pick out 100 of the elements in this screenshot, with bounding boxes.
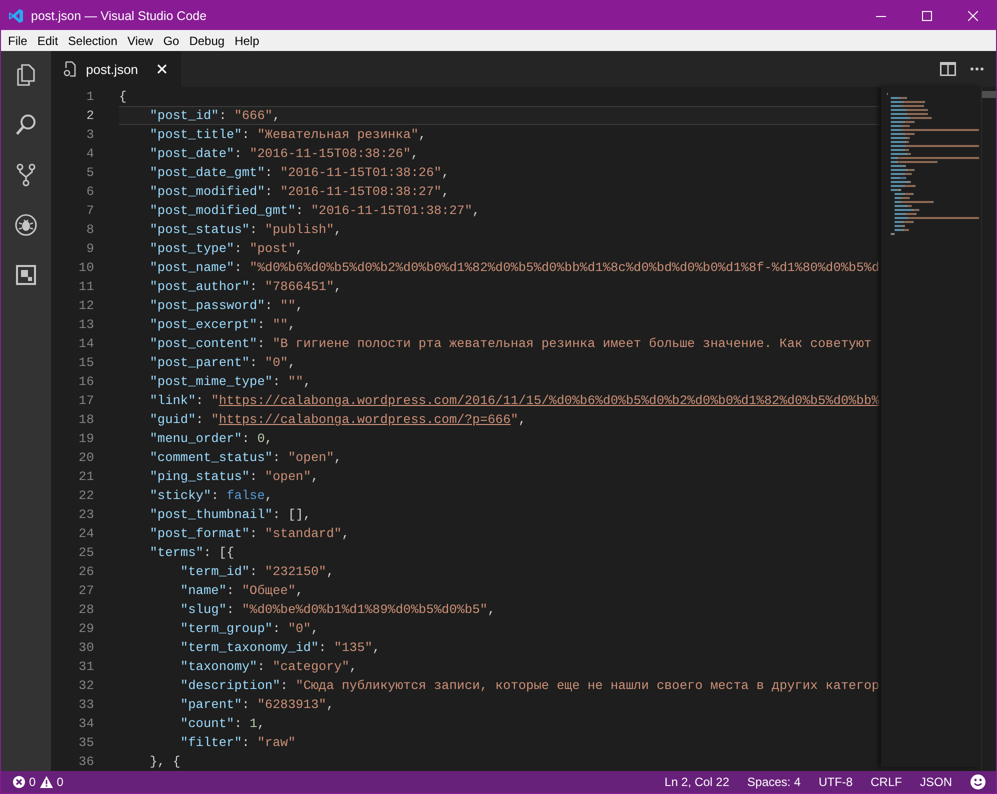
menu-item[interactable]: File [3,30,32,51]
branch-icon[interactable] [14,163,38,187]
code-line: "post_date": "2016-11-15T08:38:26", [148,145,420,163]
code-line: "post_format": "standard", [148,525,350,543]
line-number: 32 [78,677,94,695]
code-line: "post_parent": "0", [148,354,297,372]
line-number: 27 [78,582,94,600]
editor-tab[interactable]: post.json [51,51,182,87]
code-line: "link": "https://calabonga.wordpress.com/2016/11/15/%d0%b6%d0%b5%d0%b2%d0%b0%d1%82%d0%b5%d0%bb% [148,392,880,410]
file-icon [63,61,77,77]
line-number: 11 [78,278,94,296]
menu-item[interactable]: Help [230,30,264,51]
code-line: "post_status": "publish", [148,221,343,239]
code-line: "post_title": "Жевательная резинка", [148,126,428,144]
error-icon[interactable] [13,776,25,788]
status-item[interactable]: CRLF [870,775,902,789]
code-line: "post_author": "7866451", [148,278,343,296]
line-number: 26 [78,563,94,581]
warning-count[interactable]: 0 [56,775,64,789]
url-link[interactable]: https://calabonga.wordpress.com/?p=666 [218,412,511,427]
line-number: 4 [85,145,94,163]
code-line: "taxonomy": "category", [179,658,358,676]
code-line: "term_id": "232150", [179,563,336,581]
extensions-icon[interactable] [14,263,38,287]
code-line: "count": 1, [179,715,266,733]
line-number: 5 [85,164,94,182]
code-line: "name": "Общее", [179,582,304,600]
code-line: "comment_status": "open", [148,449,343,467]
code-line: "post_modified": "2016-11-15T08:38:27", [148,183,450,201]
line-number: 36 [78,753,94,771]
code-line: "description": "Сюда публикуются записи, которые еще не нашли своего места в других категор [179,677,880,695]
line-number: 22 [78,487,94,505]
scrollbar-thumb[interactable] [982,91,996,98]
line-number: 21 [78,468,94,486]
warning-icon[interactable] [40,776,53,788]
line-number: 6 [85,183,94,201]
url-link[interactable]: https://calabonga.wordpress.com/2016/11/15/%d0%b6%d0%b5%d0%b2%d0%b0%d1%82%d0%b5%d0%bb% [218,393,880,408]
code-line: "ping_status": "open", [148,468,320,486]
search-icon[interactable] [14,113,38,137]
menu-item[interactable]: View [122,30,158,51]
maximize-icon [922,10,932,20]
line-number: 8 [85,221,94,239]
line-number: 20 [78,449,94,467]
code-line: "post_excerpt": "", [148,316,297,334]
code-line: "post_password": "", [148,297,304,315]
line-number: 30 [78,639,94,657]
line-number: 35 [78,734,94,752]
error-count[interactable]: 0 [29,775,36,789]
files-icon[interactable] [14,63,38,87]
status-item[interactable]: Spaces: 4 [747,775,801,789]
line-number: 34 [78,715,94,733]
code-line: "guid": "https://calabonga.wordpress.com/?p=666", [148,411,528,429]
line-number: 7 [85,202,94,220]
tab-label: post.json [86,62,138,76]
menu-item[interactable]: Selection [63,30,122,51]
code-line: "post_content": "В гигиене полости рта жевательная резинка имеет больше значение. Как советуют [148,335,873,353]
line-number: 25 [78,544,94,562]
code-line: "menu_order": 0, [148,430,274,448]
more-icon[interactable] [970,67,984,71]
close-icon[interactable] [157,64,168,74]
smiley-icon[interactable] [970,774,986,790]
code-line: "post_thumbnail": [], [148,506,312,524]
code-line: "post_modified_gmt": "2016-11-15T01:38:27", [148,202,481,220]
code-line: "post_name": "%d0%b6%d0%b5%d0%b2%d0%b0%d1%82%d0%b5%d0%bb%d1%8c%d0%bd%d0%b0%d1%8f-%d1%80%d0%b5%d [148,259,880,277]
line-number: 17 [78,392,94,410]
line-number: 15 [78,354,94,372]
line-number: 33 [78,696,94,714]
bug-icon[interactable] [14,213,38,237]
code-line: "slug": "%d0%be%d0%b1%d1%89%d0%b5%d0%b5", [179,601,496,619]
menu-item[interactable]: Edit [32,30,64,51]
code-line: { [119,88,128,106]
code-line: "filter": "raw" [179,734,297,752]
close-icon [968,10,978,20]
split-editor-icon[interactable] [940,62,956,76]
line-number: 1 [85,88,94,106]
code-line: "terms": [{ [148,544,236,562]
line-number: 19 [78,430,94,448]
line-number: 14 [78,335,94,353]
line-number: 9 [85,240,94,258]
code-line: "parent": "6283913", [179,696,336,714]
code-line: "sticky": false, [148,487,274,505]
line-number: 10 [78,259,94,277]
line-number: 16 [78,373,94,391]
code-line: "post_type": "post", [148,240,304,258]
line-number: 28 [78,601,94,619]
line-number: 29 [78,620,94,638]
line-number: 31 [78,658,94,676]
status-item[interactable]: UTF-8 [818,775,853,789]
app-logo-icon [8,8,24,24]
line-number: 23 [78,506,94,524]
line-number: 12 [78,297,94,315]
menu-item[interactable]: Debug [184,30,230,51]
line-number: 2 [85,107,94,125]
code-line: "term_group": "0", [179,620,320,638]
status-item[interactable]: JSON [920,775,952,789]
code-line: "post_mime_type": "", [148,373,312,391]
status-item[interactable]: Ln 2, Col 22 [664,775,730,789]
menu-item[interactable]: Go [158,30,184,51]
code-line: "term_taxonomy_id": "135", [179,639,382,657]
window-title: post.json — Visual Studio Code [31,8,207,22]
